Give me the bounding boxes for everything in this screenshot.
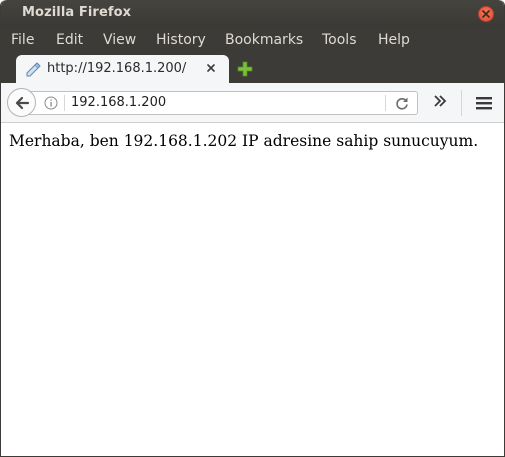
page-body-text: Merhaba, ben 192.168.1.202 IP adresine s… [9, 132, 479, 150]
url-separator [64, 95, 65, 111]
close-icon [482, 10, 490, 18]
navigation-bar: 192.168.1.200 [1, 83, 504, 123]
tab-title: http://192.168.1.200/ [47, 61, 187, 76]
plus-icon[interactable] [237, 61, 253, 77]
menu-edit[interactable]: Edit [56, 32, 83, 48]
menu-view[interactable]: View [103, 32, 136, 48]
menu-file[interactable]: File [11, 32, 34, 48]
back-arrow-icon [15, 96, 30, 110]
double-chevron-icon[interactable] [433, 95, 447, 107]
tab-active[interactable]: http://192.168.1.200/ [16, 55, 229, 83]
hamburger-icon[interactable] [476, 96, 492, 110]
url-bar[interactable]: 192.168.1.200 [29, 91, 418, 115]
reload-separator [385, 95, 386, 111]
close-icon[interactable] [205, 62, 217, 74]
menu-tools[interactable]: Tools [322, 32, 357, 48]
back-button[interactable] [7, 88, 36, 117]
window-close-button[interactable] [478, 6, 494, 22]
page-icon [26, 62, 41, 77]
info-icon[interactable] [44, 96, 58, 110]
menu-help[interactable]: Help [378, 32, 410, 48]
menu-bar: File Edit View History Bookmarks Tools H… [1, 28, 504, 55]
window-title: Mozilla Firefox [22, 5, 132, 20]
page-content: Merhaba, ben 192.168.1.202 IP adresine s… [1, 123, 504, 456]
toolbar-separator [461, 90, 462, 116]
tab-strip: http://192.168.1.200/ [1, 55, 504, 83]
title-bar: Mozilla Firefox [1, 0, 504, 28]
menu-bookmarks[interactable]: Bookmarks [225, 32, 303, 48]
menu-history[interactable]: History [156, 32, 206, 48]
reload-icon[interactable] [395, 96, 409, 110]
browser-window: Mozilla Firefox File Edit View History B… [0, 0, 505, 457]
url-text[interactable]: 192.168.1.200 [71, 95, 166, 110]
